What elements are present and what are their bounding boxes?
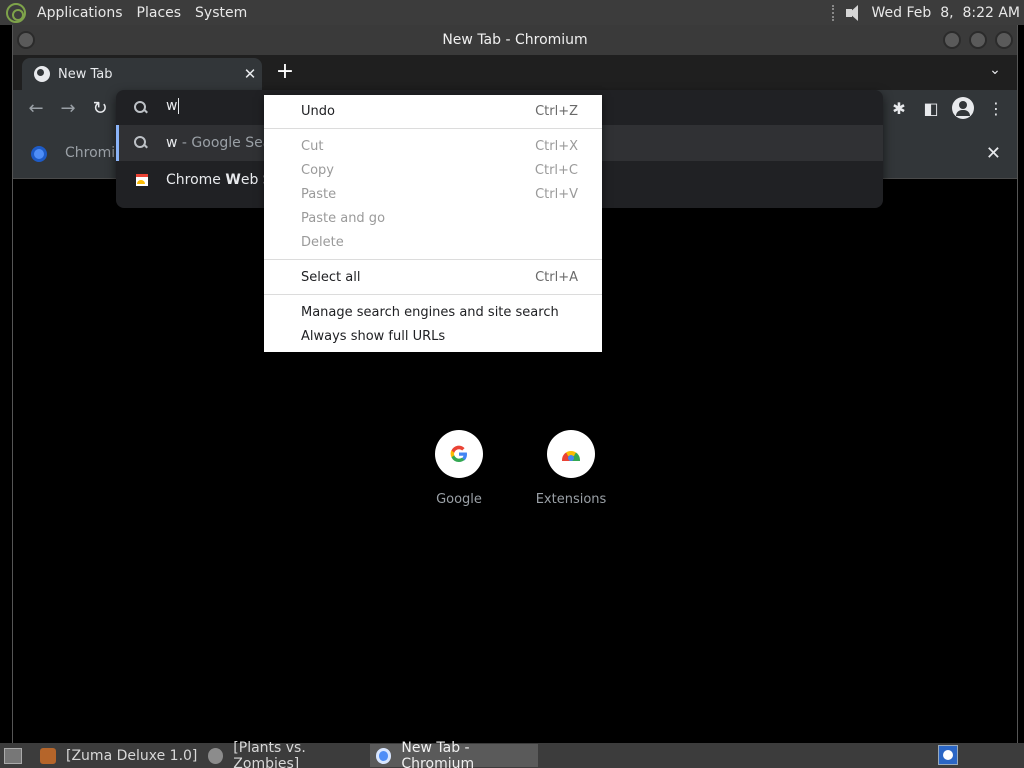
menu-item-paste[interactable]: Paste Ctrl+V <box>264 182 602 206</box>
system-menu[interactable]: System <box>188 5 254 21</box>
suggestion-match: w <box>166 135 178 151</box>
maximize-button[interactable] <box>969 31 987 49</box>
shortcut-label: Extensions <box>535 492 607 507</box>
menu-item-shortcut: Ctrl+A <box>535 269 578 285</box>
profile-avatar-icon[interactable] <box>952 97 974 119</box>
menu-item-shortcut: Ctrl+X <box>535 138 578 154</box>
close-window-button[interactable] <box>995 31 1013 49</box>
menu-item-cut[interactable]: Cut Ctrl+X <box>264 134 602 158</box>
menu-item-label: Copy <box>301 162 334 178</box>
menu-item-label: Select all <box>301 269 361 285</box>
taskbar-item-label: [Plants vs. Zombies] <box>233 739 306 768</box>
taskbar-item-label: New Tab - Chromium <box>401 739 475 768</box>
applications-menu[interactable]: Applications <box>30 5 130 21</box>
omnibox-text[interactable]: w <box>166 98 180 114</box>
window-menu-button[interactable] <box>17 31 35 49</box>
menu-separator <box>264 259 602 260</box>
shortcut-google[interactable]: Google <box>414 430 504 507</box>
menu-item-label: Paste <box>301 186 337 202</box>
omnibox-value: w <box>166 98 178 114</box>
clock[interactable]: Wed Feb 8, 8:22 AM <box>872 5 1020 21</box>
taskbar-item-chromium[interactable]: New Tab - Chromium <box>370 740 538 768</box>
google-icon <box>450 445 467 463</box>
places-menu[interactable]: Places <box>130 5 189 21</box>
show-desktop-button[interactable] <box>4 747 22 764</box>
menu-separator <box>264 128 602 129</box>
back-button[interactable]: ← <box>23 96 49 122</box>
menu-item-undo[interactable]: Undo Ctrl+Z <box>264 99 602 123</box>
panel-handle <box>831 4 836 21</box>
context-menu: Undo Ctrl+Z Cut Ctrl+X Copy Ctrl+C Paste Ctr… <box>264 95 602 352</box>
shortcut-extensions-circle <box>547 430 595 478</box>
taskbar-item-label: [Zuma Deluxe 1.0] <box>66 747 198 764</box>
extensions-icon[interactable]: ✱ <box>886 96 912 122</box>
suggestion-match: W <box>225 172 241 188</box>
search-icon <box>134 100 148 115</box>
minimize-button[interactable] <box>943 31 961 49</box>
taskbar-item-plants-vs-zombies[interactable]: [Plants vs. Zombies] <box>202 740 370 768</box>
gnome-foot-icon[interactable] <box>6 2 26 23</box>
shortcut-label: Google <box>436 492 482 507</box>
menu-item-always-show-full-urls[interactable]: Always show full URLs <box>264 324 602 348</box>
new-tab-button[interactable]: + <box>271 61 299 85</box>
side-panel-icon[interactable]: ◧ <box>918 96 944 122</box>
menu-separator <box>264 294 602 295</box>
chrome-web-store-icon <box>136 174 148 186</box>
infobar-close-button[interactable]: ✕ <box>986 143 1001 164</box>
bottom-panel: [Zuma Deluxe 1.0] [Plants vs. Zombies] N… <box>0 740 1024 768</box>
browser-menu-button[interactable]: ⋮ <box>983 96 1009 122</box>
menu-item-shortcut: Ctrl+Z <box>535 103 578 119</box>
top-panel: Applications Places System Wed Feb 8, 8:… <box>0 0 1024 25</box>
globe-icon <box>34 66 50 82</box>
tab-title: New Tab <box>58 66 113 82</box>
volume-icon[interactable] <box>844 4 864 22</box>
menu-item-label: Paste and go <box>301 210 386 226</box>
chromium-icon <box>376 747 392 764</box>
menu-item-select-all[interactable]: Select all Ctrl+A <box>264 265 602 289</box>
menu-item-label: Manage search engines and site search <box>301 304 559 320</box>
menu-item-label: Cut <box>301 138 324 154</box>
tab-search-button[interactable]: ⌄ <box>985 62 1005 82</box>
menu-item-label: Undo <box>301 103 335 119</box>
menu-item-shortcut: Ctrl+C <box>534 162 578 178</box>
plants-vs-zombies-icon <box>208 747 224 764</box>
menu-item-copy[interactable]: Copy Ctrl+C <box>264 158 602 182</box>
chromium-icon <box>31 146 47 162</box>
reload-button[interactable]: ↻ <box>87 96 113 122</box>
shortcut-extensions[interactable]: Extensions <box>526 430 616 507</box>
forward-button[interactable]: → <box>55 96 81 122</box>
extensions-store-icon <box>562 447 580 461</box>
tab-close-button[interactable]: ✕ <box>238 65 262 83</box>
menu-item-delete[interactable]: Delete <box>264 230 602 254</box>
search-icon <box>134 136 148 150</box>
menu-item-manage-search-engines[interactable]: Manage search engines and site search <box>264 300 602 324</box>
menu-item-paste-and-go[interactable]: Paste and go <box>264 206 602 230</box>
window-title: New Tab - Chromium <box>442 32 588 48</box>
window-titlebar[interactable]: New Tab - Chromium <box>13 25 1017 55</box>
suggestion-rest: - Google Sear <box>177 135 278 151</box>
tab-strip: New Tab ✕ + ⌄ <box>13 55 1017 90</box>
taskbar-item-zuma[interactable]: [Zuma Deluxe 1.0] <box>34 744 202 767</box>
suggestion-prefix: Chrome <box>166 172 226 188</box>
menu-item-shortcut: Ctrl+V <box>535 186 578 202</box>
text-caret <box>178 98 180 114</box>
menu-item-label: Always show full URLs <box>301 328 446 344</box>
menu-item-label: Delete <box>301 234 344 250</box>
shortcut-google-circle <box>435 430 483 478</box>
zuma-icon <box>40 747 56 764</box>
tray-chromium-icon[interactable] <box>938 745 958 765</box>
tab-new-tab[interactable]: New Tab ✕ <box>22 58 262 90</box>
